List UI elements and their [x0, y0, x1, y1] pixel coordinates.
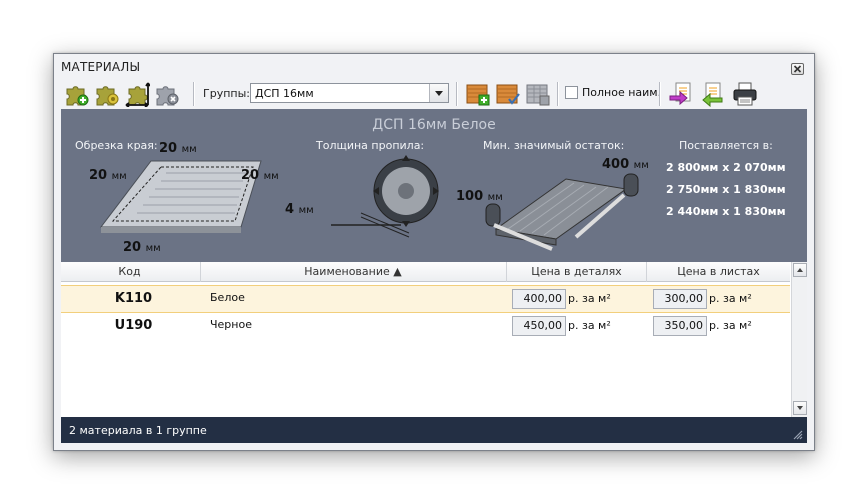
check-sheet-icon[interactable]	[495, 81, 521, 107]
groups-select[interactable]: ДСП 16мм	[250, 83, 449, 103]
grid-sheet-icon[interactable]	[525, 81, 551, 107]
row-name: Белое	[210, 291, 245, 304]
min-remnant-label: Мин. значимый остаток:	[483, 139, 625, 152]
column-header-price-sheets[interactable]: Цена в листах	[647, 265, 790, 278]
toolbar: Группы: ДСП 16мм Полное наим.	[54, 78, 814, 109]
close-button[interactable]	[791, 63, 804, 75]
row-code: U190	[114, 318, 153, 333]
toolbar-separator	[456, 82, 458, 106]
remnant-illustration	[485, 173, 639, 251]
chevron-up-icon	[797, 268, 803, 272]
toolbar-separator	[659, 82, 661, 106]
supplied-size: 2 440мм х 1 830мм	[666, 205, 786, 218]
column-header-price-parts[interactable]: Цена в деталях	[507, 265, 646, 278]
supplied-size: 2 750мм х 1 830мм	[666, 183, 786, 196]
vertical-scrollbar[interactable]	[791, 262, 807, 417]
edge-left-value: 20 мм	[89, 168, 127, 183]
edge-right-value: 20 мм	[241, 168, 279, 183]
toolbar-separator	[193, 82, 195, 106]
table-row[interactable]: K110 Белое 400,00 р. за м² 300,00 р. за …	[61, 285, 790, 313]
supplied-size: 2 800мм х 2 070мм	[666, 161, 786, 174]
add-sheet-icon[interactable]	[465, 81, 491, 107]
scroll-up-button[interactable]	[793, 263, 807, 277]
row-name: Черное	[210, 318, 252, 331]
chevron-down-icon	[435, 91, 443, 96]
groups-label: Группы:	[203, 87, 250, 100]
title-bar: МАТЕРИАЛЫ	[54, 54, 814, 78]
groups-select-value: ДСП 16мм	[255, 87, 314, 100]
fullname-checkbox[interactable]	[565, 86, 578, 99]
price-parts-field[interactable]: 450,00	[512, 316, 566, 336]
material-info-panel: ДСП 16мм Белое Обрезка края: 20 мм 20 мм…	[61, 109, 807, 262]
toolbar-separator	[557, 82, 559, 106]
close-icon	[793, 65, 802, 73]
delete-puzzle-icon[interactable]	[154, 81, 180, 107]
edge-top-value: 20 мм	[159, 141, 197, 156]
price-unit: р. за м²	[568, 319, 611, 332]
edit-puzzle-icon[interactable]	[94, 81, 120, 107]
price-unit: р. за м²	[709, 292, 752, 305]
price-unit: р. за м²	[709, 319, 752, 332]
import-icon[interactable]	[698, 81, 724, 108]
column-header-code[interactable]: Код	[61, 265, 198, 278]
remnant-length-value: 400 мм	[602, 157, 649, 172]
saw-blade-illustration	[331, 155, 439, 238]
row-code: K110	[114, 291, 153, 306]
export-icon[interactable]	[668, 81, 694, 107]
materials-window: МАТЕРИАЛЫ Группы: ДСП 16мм Полное наим. …	[53, 53, 815, 451]
edge-bottom-value: 20 мм	[123, 240, 161, 255]
window-title: МАТЕРИАЛЫ	[61, 60, 141, 74]
print-icon[interactable]	[732, 81, 758, 107]
supplied-label: Поставляется в:	[679, 139, 773, 152]
column-header-name[interactable]: Наименование ▲	[201, 265, 505, 278]
add-puzzle-icon[interactable]	[64, 81, 90, 107]
kerf-label: Толщина пропила:	[316, 139, 425, 152]
table-row[interactable]: U190 Черное 450,00 р. за м² 350,00 р. за…	[61, 313, 790, 341]
kerf-value: 4 мм	[285, 202, 314, 217]
fullname-checkbox-label: Полное наим.	[582, 86, 662, 99]
status-text: 2 материала в 1 группе	[69, 424, 207, 437]
chevron-down-icon	[797, 406, 803, 410]
resize-puzzle-icon[interactable]	[124, 81, 151, 108]
scroll-down-button[interactable]	[793, 401, 807, 415]
groups-dropdown-button[interactable]	[429, 84, 448, 102]
edge-trim-label: Обрезка края:	[75, 139, 158, 152]
table-header: Код Наименование ▲ Цена в деталях Цена в…	[61, 262, 790, 282]
price-parts-field[interactable]: 400,00	[512, 289, 566, 309]
price-sheets-field[interactable]: 300,00	[653, 289, 707, 309]
price-sheets-field[interactable]: 350,00	[653, 316, 707, 336]
material-title: ДСП 16мм Белое	[372, 117, 496, 133]
materials-table: Код Наименование ▲ Цена в деталях Цена в…	[61, 262, 807, 417]
status-bar: 2 материала в 1 группе	[61, 417, 807, 443]
price-unit: р. за м²	[568, 292, 611, 305]
remnant-width-value: 100 мм	[456, 189, 503, 204]
resize-grip-icon[interactable]	[791, 428, 803, 440]
